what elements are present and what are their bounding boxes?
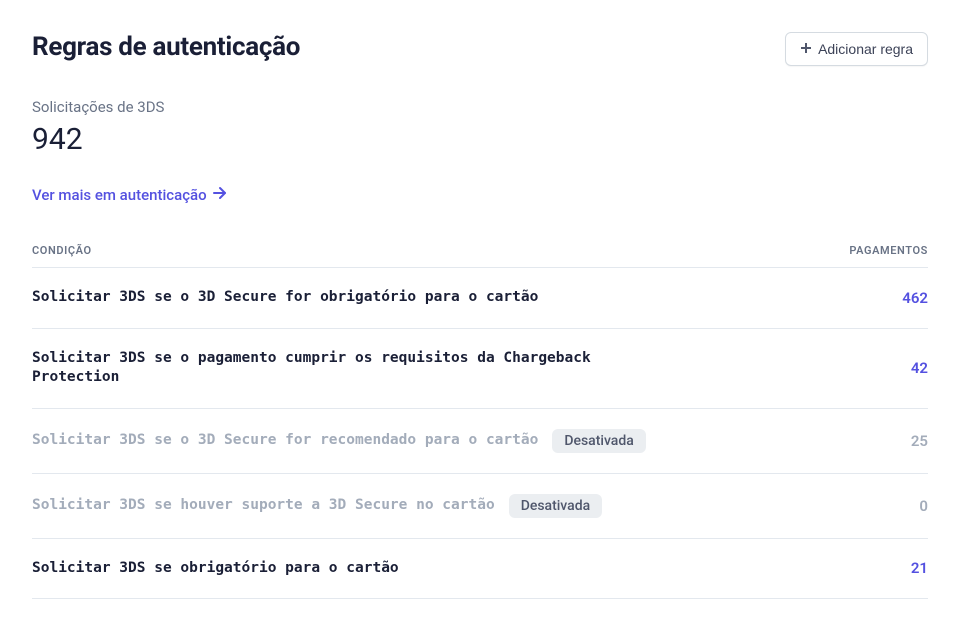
plus-icon <box>800 41 812 57</box>
rule-row[interactable]: Solicitar 3DS se o 3D Secure for obrigat… <box>32 268 928 329</box>
rule-row[interactable]: Solicitar 3DS se obrigatório para o cart… <box>32 539 928 600</box>
link-more-auth[interactable]: Ver mais em autenticação <box>32 186 227 204</box>
rule-row[interactable]: Solicitar 3DS se o 3D Secure for recomen… <box>32 409 928 474</box>
rule-text: Solicitar 3DS se houver suporte a 3D Sec… <box>32 496 495 516</box>
col-header-payments: PAGAMENTOS <box>849 244 928 257</box>
rule-text: Solicitar 3DS se o pagamento cumprir os … <box>32 349 672 388</box>
metric-value: 942 <box>32 122 928 157</box>
table-header: CONDIÇÃO PAGAMENTOS <box>32 244 928 268</box>
rule-row[interactable]: Solicitar 3DS se o pagamento cumprir os … <box>32 329 928 409</box>
link-more-label: Ver mais em autenticação <box>32 186 207 204</box>
metric-label: Solicitações de 3DS <box>32 98 928 116</box>
rule-condition: Solicitar 3DS se o pagamento cumprir os … <box>32 349 844 388</box>
rule-text: Solicitar 3DS se o 3D Secure for obrigat… <box>32 288 538 308</box>
page-title: Regras de autenticação <box>32 32 300 62</box>
rule-payments-count: 25 <box>868 432 928 450</box>
rule-payments-count: 42 <box>868 359 928 377</box>
rule-payments-count: 0 <box>868 497 928 515</box>
rule-condition: Solicitar 3DS se o 3D Secure for recomen… <box>32 429 844 453</box>
col-header-condition: CONDIÇÃO <box>32 244 92 257</box>
rule-condition: Solicitar 3DS se obrigatório para o cart… <box>32 559 844 579</box>
disabled-badge: Desativada <box>552 429 645 453</box>
add-rule-button[interactable]: Adicionar regra <box>785 32 928 66</box>
rule-payments-count: 462 <box>868 289 928 307</box>
rule-condition: Solicitar 3DS se houver suporte a 3D Sec… <box>32 494 844 518</box>
rule-row[interactable]: Solicitar 3DS se houver suporte a 3D Sec… <box>32 474 928 539</box>
rule-text: Solicitar 3DS se o 3D Secure for recomen… <box>32 431 538 451</box>
rule-condition: Solicitar 3DS se o 3D Secure for obrigat… <box>32 288 844 308</box>
disabled-badge: Desativada <box>509 494 602 518</box>
rule-text: Solicitar 3DS se obrigatório para o cart… <box>32 559 399 579</box>
rule-payments-count: 21 <box>868 559 928 577</box>
add-rule-button-label: Adicionar regra <box>818 41 913 57</box>
arrow-right-icon <box>213 186 227 204</box>
